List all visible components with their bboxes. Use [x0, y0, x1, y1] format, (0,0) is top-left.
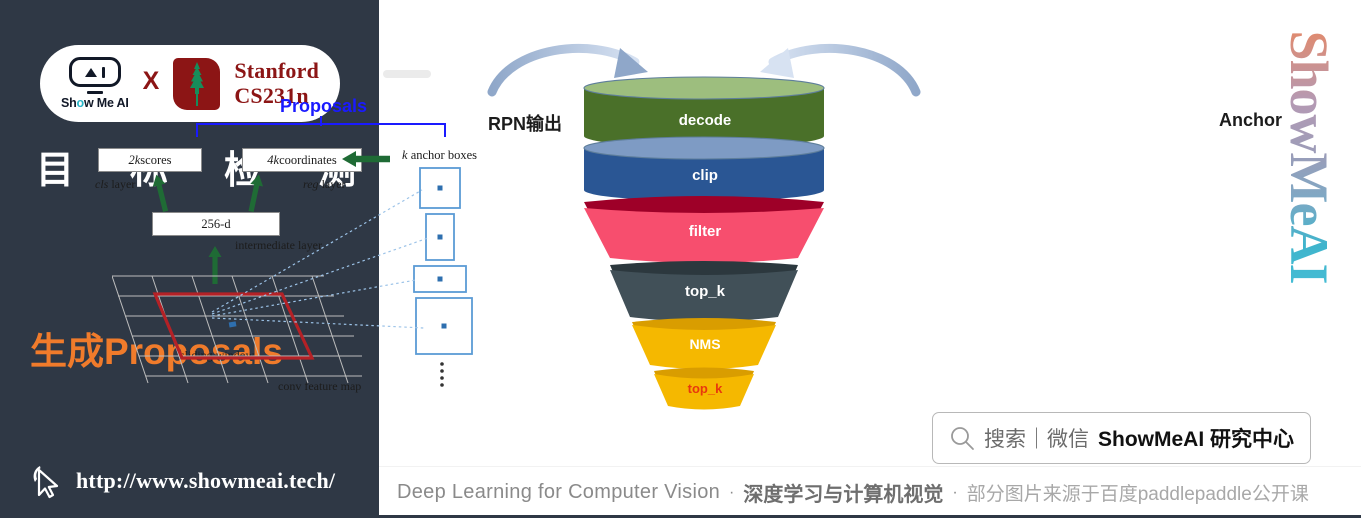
footer-text-line: Deep Learning for Computer Vision · 深度学习…: [379, 478, 1309, 507]
grey-artifact: [383, 70, 431, 78]
proposals-bracket-tick: [320, 116, 323, 126]
search-prefix: 搜索｜微信: [983, 428, 1089, 451]
logo-text-pre: Sh: [60, 96, 77, 110]
funnel-stage-filter: [584, 196, 824, 263]
cls-scores-box: 2k scores: [98, 148, 202, 172]
footer-bar: Deep Learning for Computer Vision · 深度学习…: [379, 466, 1361, 518]
cursor-icon: [33, 466, 59, 499]
search-icon: [951, 427, 974, 450]
search-brand: ShowMeAI 研究中心: [1097, 428, 1294, 451]
scores-text: scores: [140, 152, 172, 167]
cls-arrow-icon: [152, 174, 169, 213]
title-char-0: 目: [36, 150, 75, 192]
footer-sep-1: ·: [729, 483, 735, 501]
funnel-stage-clip: [583, 136, 825, 201]
anchor-rest: anchor boxes: [407, 148, 477, 162]
footer-english: Deep Learning for Computer Vision: [397, 481, 721, 503]
wechat-search-bar[interactable]: 搜索｜微信 ShowMeAI 研究中心: [932, 412, 1311, 464]
cls-layer-caption: cls layer: [95, 177, 135, 192]
funnel-stage-topk-1: [610, 261, 798, 322]
rpn-architecture-figure: Proposals 2k scores 4k coordinates 256-d…: [90, 80, 510, 400]
footer-sep-2: ·: [952, 483, 958, 501]
anchor-boxes-caption: k anchor boxes: [402, 148, 477, 163]
footer-chinese-bold: 深度学习与计算机视觉: [743, 484, 944, 506]
proposals-label: Proposals: [280, 96, 368, 116]
funnel-svg: [487, 43, 921, 410]
logo-text-eye: o: [76, 96, 85, 110]
footer-chinese-note: 部分图片来源于百度paddlepaddle公开课: [966, 484, 1309, 505]
rpn-output-label: RPN输出: [488, 114, 563, 134]
cls-rest: layer: [108, 177, 136, 191]
cls-italic: cls: [95, 177, 109, 191]
showmeai-watermark: ShowMeAI: [1279, 22, 1339, 292]
slide-root: Show Me AI X Stanford CS231n 目 标 检 测 生成P…: [0, 0, 1361, 518]
site-url[interactable]: http://www.showmeai.tech/: [76, 468, 335, 494]
anchor-label: Anchor: [1219, 110, 1282, 130]
funnel-stage-nms: [632, 318, 776, 369]
watermark-text: ShowMeAI: [1279, 30, 1339, 284]
postprocess-funnel-diagram: decode clip filter top_k NMS top_k: [480, 40, 930, 410]
anchor-correspondence-lines: [211, 189, 429, 329]
sidebar-footer: http://www.showmeai.tech/: [30, 462, 335, 500]
funnel-stage-topk-2: [654, 367, 754, 410]
scores-k: 2k: [128, 152, 141, 167]
